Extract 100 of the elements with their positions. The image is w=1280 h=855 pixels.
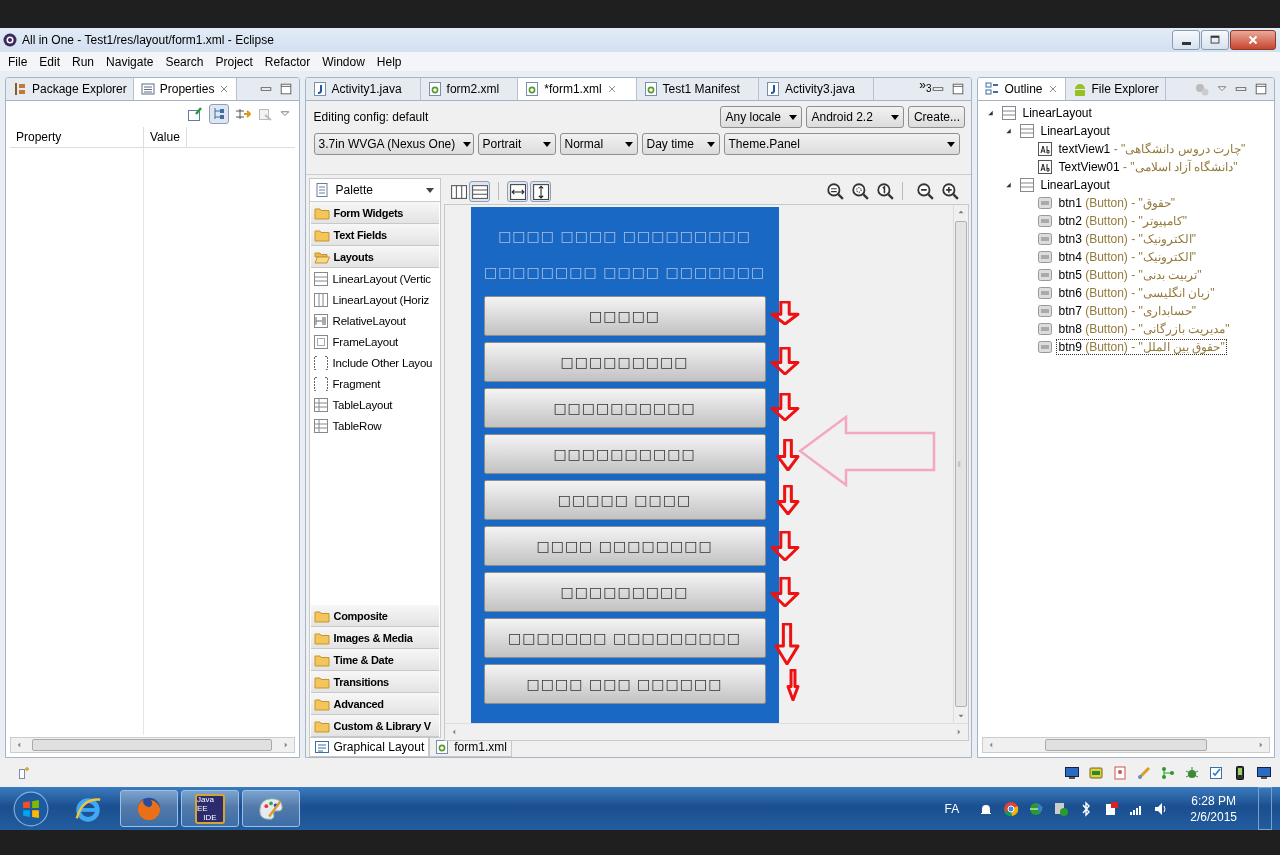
maximize-icon[interactable] — [951, 82, 966, 96]
zoom-fit-icon[interactable] — [826, 182, 845, 200]
zoom-reset-icon[interactable] — [876, 182, 895, 200]
dropdown[interactable]: Portrait — [477, 133, 556, 155]
maximize-button[interactable] — [1201, 30, 1229, 50]
pin-icon[interactable] — [186, 106, 203, 122]
menu-item[interactable]: Help — [370, 54, 408, 69]
preview-button[interactable]: □□□□□□□□□□ — [483, 434, 766, 474]
palette-item[interactable]: TableLayout — [309, 394, 440, 415]
preview-button[interactable]: □□□□ □□□ □□□□□□ — [483, 664, 766, 704]
palette-item[interactable]: LinearLayout (Horiz — [309, 289, 440, 310]
vertical-scrollbar[interactable] — [953, 205, 969, 723]
button-icon — [1037, 249, 1054, 265]
close-button[interactable] — [1230, 30, 1276, 50]
dropdown[interactable]: Normal — [559, 133, 638, 155]
palette-category[interactable]: Time & Date — [310, 649, 439, 671]
down-arrow — [769, 347, 800, 375]
overflow-tabs[interactable]: »$_{3}$ — [919, 78, 932, 100]
maximize-icon[interactable] — [278, 82, 293, 96]
preview-button[interactable]: □□□□□□□□□ — [483, 342, 766, 382]
document-icon[interactable] — [1112, 764, 1128, 781]
down-arrow — [769, 301, 800, 325]
palette-item[interactable]: TableRow — [309, 415, 440, 436]
zoom-out-icon[interactable] — [916, 182, 935, 200]
menu-item[interactable]: Refactor — [258, 54, 317, 69]
menu-item[interactable]: Window — [316, 54, 371, 69]
taskbar-app[interactable] — [120, 790, 178, 827]
globe-icon[interactable] — [1028, 800, 1045, 817]
power-icon[interactable] — [1103, 800, 1120, 817]
toggle-button[interactable] — [529, 180, 551, 202]
view-tab[interactable]: Package Explorer — [6, 78, 134, 100]
bug-icon[interactable] — [1184, 764, 1200, 781]
taskbar-app[interactable]: Java EE IDE — [181, 790, 239, 827]
down-arrow — [769, 393, 800, 421]
zoom-real-icon[interactable] — [851, 182, 870, 200]
column-header: Property — [10, 127, 144, 147]
palette-category[interactable]: Advanced — [310, 693, 439, 715]
horizontal-scrollbar[interactable] — [10, 737, 295, 753]
toggle-button[interactable] — [208, 104, 229, 124]
menu-item[interactable]: Navigate — [100, 54, 160, 69]
preview-button[interactable]: □□□□□ — [483, 296, 766, 336]
minimize-button[interactable] — [1172, 30, 1200, 50]
menu-item[interactable]: Search — [159, 54, 210, 69]
preview-button[interactable]: □□□□□□□□□ — [483, 572, 766, 612]
view-tab[interactable]: Activity1.java — [305, 78, 421, 100]
create-button[interactable]: Create... — [908, 106, 966, 128]
palette-category[interactable]: Composite — [310, 605, 439, 627]
palette-item[interactable]: RelativeLayout — [309, 310, 440, 331]
preview-button[interactable]: □□□□□ □□□□ — [483, 480, 766, 520]
tree-item[interactable]: LinearLayout — [1038, 177, 1112, 193]
palette-category[interactable]: Transitions — [310, 671, 439, 693]
dropdown[interactable]: Android 2.2 — [806, 106, 905, 128]
tree-item[interactable]: LinearLayout — [1020, 105, 1094, 121]
preview-button[interactable]: □□□□□□□□□□ — [483, 388, 766, 428]
palette-category[interactable]: Layouts — [310, 246, 439, 268]
dropdown[interactable]: Theme.Panel — [723, 133, 960, 155]
editor-tab[interactable]: Graphical Layout — [308, 738, 430, 757]
menu-item[interactable]: Project — [209, 54, 259, 69]
menu-item[interactable]: Run — [66, 54, 101, 69]
palette-item[interactable]: Include Other Layou — [309, 352, 440, 373]
palette-category[interactable]: Text Fields — [310, 224, 439, 246]
clock[interactable]: 6:28 PM 2/6/2015 — [1190, 792, 1237, 825]
menu-item[interactable]: File — [2, 54, 34, 69]
menu-item[interactable]: Edit — [33, 54, 67, 69]
dropdown[interactable]: 3.7in WVGA (Nexus One) — [313, 133, 474, 155]
new-item-icon[interactable] — [16, 764, 32, 781]
app-icon: Java EE IDE — [195, 793, 225, 824]
language-indicator[interactable]: FA — [944, 801, 960, 816]
toggle-button[interactable] — [468, 180, 490, 202]
view-tab[interactable]: *form1.xml — [518, 78, 637, 100]
preview-button[interactable]: □□□□ □□□□□□□□ — [483, 526, 766, 566]
chrome-icon[interactable] — [1003, 800, 1020, 817]
pencil-icon[interactable] — [1136, 764, 1152, 781]
preview-button[interactable]: □□□□□□□ □□□□□□□□□ — [483, 618, 766, 658]
palette-item[interactable]: LinearLayout (Vertic — [309, 268, 440, 289]
nodes-icon[interactable] — [1160, 764, 1176, 781]
security-icon[interactable] — [1053, 800, 1070, 817]
palette-category[interactable]: Custom & Library V — [310, 715, 439, 737]
palette-item[interactable]: FrameLayout — [309, 331, 440, 352]
palette-category[interactable]: Images & Media — [310, 627, 439, 649]
show-desktop-button[interactable] — [1258, 787, 1272, 830]
window-icon[interactable] — [1064, 764, 1080, 781]
view-tab[interactable]: Properties — [133, 78, 238, 100]
checkbox-icon[interactable] — [1208, 764, 1224, 781]
view-tab[interactable]: Outline — [978, 78, 1066, 100]
maximize-icon[interactable] — [1254, 82, 1268, 96]
dropdown[interactable]: Any locale — [720, 106, 803, 128]
device-icon[interactable] — [1088, 764, 1104, 781]
dropdown[interactable]: Day time — [641, 133, 720, 155]
taskbar-app[interactable] — [242, 790, 300, 827]
toggle-button[interactable] — [506, 180, 528, 202]
zoom-in-icon[interactable] — [941, 182, 960, 200]
monitor-icon[interactable] — [1256, 764, 1272, 781]
palette-item[interactable]: Fragment — [309, 373, 440, 394]
filter-icon[interactable] — [234, 106, 251, 122]
palette-category[interactable]: Form Widgets — [310, 202, 439, 224]
tree-item[interactable]: LinearLayout — [1038, 123, 1112, 139]
columns-icon[interactable] — [449, 182, 467, 200]
horizontal-scrollbar[interactable] — [982, 737, 1270, 753]
dropdown-icon[interactable] — [425, 187, 434, 193]
